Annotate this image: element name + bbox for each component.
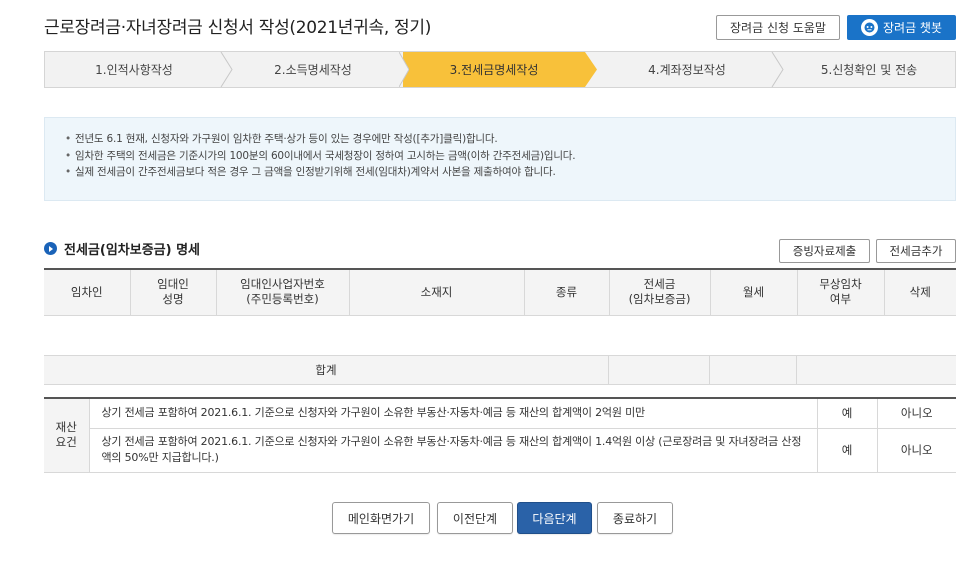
main-page-button[interactable]: 메인화면가기 — [332, 502, 430, 534]
col-lessor-name: 임대인 성명 — [130, 268, 217, 316]
asset-requirement-table: 재산 요건 상기 전세금 포함하여 2021.6.1. 기준으로 신청자와 가구원… — [44, 397, 956, 473]
asset-option-1-text: 상기 전세금 포함하여 2021.6.1. 기준으로 신청자와 가구원이 소유한… — [88, 397, 818, 429]
total-rent-value — [709, 356, 796, 384]
deposit-table-header: 임차인 임대인 성명 임대인사업자번호 (주민등록번호) 소재지 종류 전세금 (임차… — [44, 268, 956, 316]
step-navigation: 1.인적사항작성 2.소득명세작성 3.전세금명세작성 4.계좌정보작성 5.신… — [44, 51, 956, 88]
col-address: 소재지 — [349, 268, 525, 316]
exit-button[interactable]: 종료하기 — [597, 502, 673, 534]
chatbot-label: 장려금 챗봇 — [882, 21, 942, 35]
step-notch-icon — [399, 52, 409, 87]
section-title-text: 전세금(임차보증금) 명세 — [64, 243, 201, 258]
add-deposit-button[interactable]: 전세금추가 — [876, 239, 956, 263]
asset-option-2-text: 상기 전세금 포함하여 2021.6.1. 기준으로 신청자와 가구원이 소유한… — [88, 427, 818, 473]
col-rent: 월세 — [710, 268, 798, 316]
total-label: 합계 — [315, 363, 337, 377]
step-2[interactable]: 2.소득명세작성 — [223, 52, 403, 87]
total-deposit-value — [608, 356, 709, 384]
section-title: 전세금(임차보증금) 명세 — [44, 239, 200, 258]
notice-item: 실제 전세금이 간주전세금보다 적은 경우 그 금액을 인정받기위해 전세(임대… — [65, 164, 955, 181]
previous-step-button[interactable]: 이전단계 — [437, 502, 513, 534]
asset-option-2-no[interactable]: 아니오 — [876, 427, 956, 473]
asset-option-2-yes[interactable]: 예 — [817, 427, 877, 473]
page-title: 근로장려금·자녀장려금 신청서 작성(2021년귀속, 정기) — [44, 18, 432, 38]
col-tenant: 임차인 — [44, 268, 131, 316]
col-type: 종류 — [524, 268, 610, 316]
asset-requirement-label: 재산 요건 — [44, 397, 90, 473]
col-free-lease: 무상임차 여부 — [797, 268, 885, 316]
step-3[interactable]: 3.전세금명세작성 — [403, 52, 585, 87]
notice-box: 전년도 6.1 현재, 신청자와 가구원이 임차한 주택·상가 등이 있는 경우… — [44, 117, 956, 201]
bullet-arrow-icon — [44, 242, 57, 255]
evidence-submit-button[interactable]: 증빙자료제출 — [779, 239, 870, 263]
step-5[interactable]: 5.신청확인 및 전송 — [783, 52, 955, 87]
step-1[interactable]: 1.인적사항작성 — [45, 52, 223, 87]
col-delete: 삭제 — [884, 268, 956, 316]
chatbot-button[interactable]: 장려금 챗봇 — [847, 15, 956, 40]
col-lessor-id: 임대인사업자번호 (주민등록번호) — [216, 268, 350, 316]
asset-option-1-no[interactable]: 아니오 — [876, 397, 956, 429]
step-4[interactable]: 4.계좌정보작성 — [597, 52, 777, 87]
total-row: 합계 — [44, 355, 956, 385]
notice-item: 임차한 주택의 전세금은 기준시가의 100분의 60이내에서 국세청장이 정하… — [65, 148, 955, 165]
next-step-button[interactable]: 다음단계 — [517, 502, 592, 534]
chatbot-icon — [860, 19, 878, 36]
col-deposit: 전세금 (임차보증금) — [609, 268, 711, 316]
total-empty — [796, 356, 956, 384]
notice-item: 전년도 6.1 현재, 신청자와 가구원이 임차한 주택·상가 등이 있는 경우… — [65, 131, 955, 148]
asset-option-1-yes[interactable]: 예 — [817, 397, 877, 429]
help-button[interactable]: 장려금 신청 도움말 — [716, 15, 840, 40]
